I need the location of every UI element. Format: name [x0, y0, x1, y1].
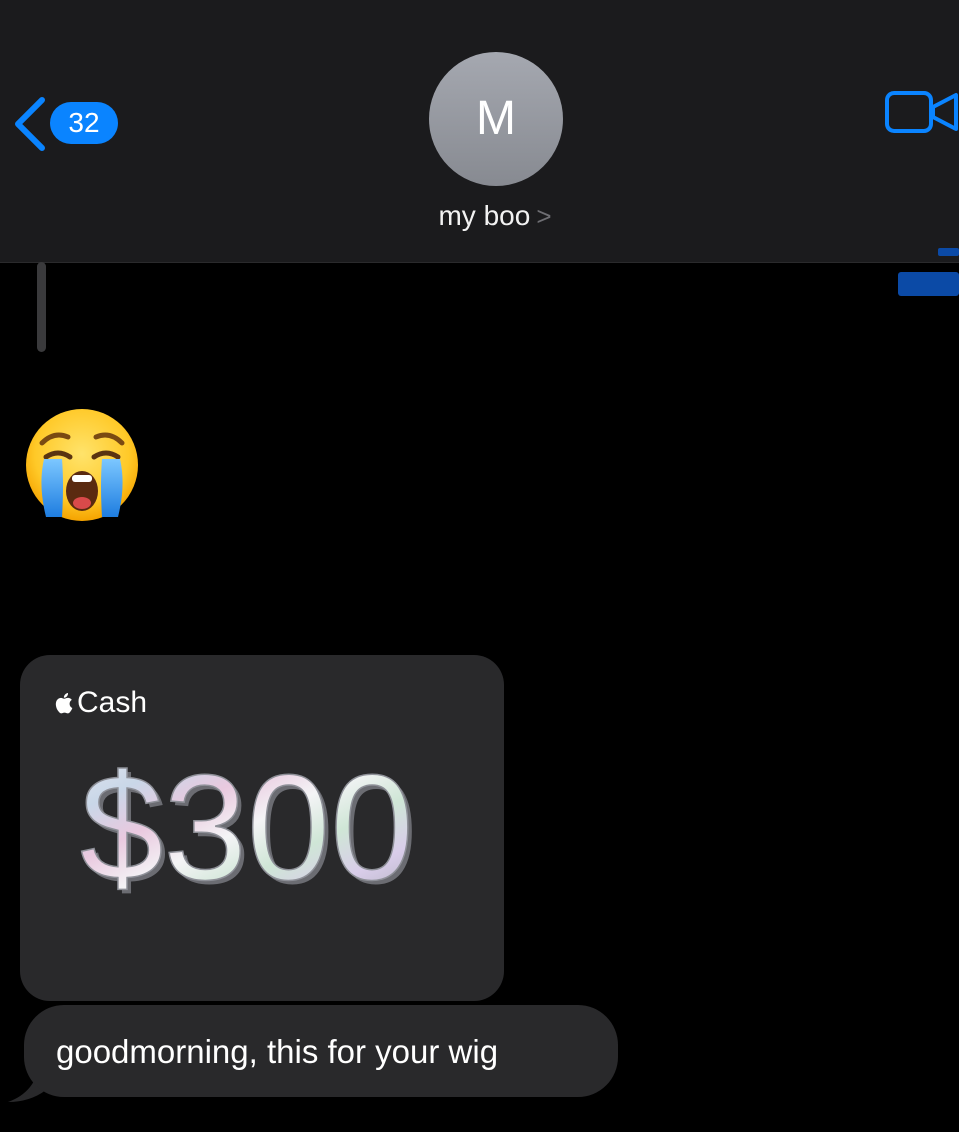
- cash-amount-value: $300: [80, 745, 414, 905]
- contact-name-label: my boo: [438, 200, 531, 231]
- cash-amount: $300 $300: [80, 745, 418, 905]
- sent-message-fragment: [938, 248, 959, 256]
- apple-logo-icon: [55, 693, 73, 714]
- message-text: goodmorning, this for your wig: [56, 1033, 499, 1070]
- conversation-header: 32 M my boo >: [0, 0, 959, 263]
- scroll-indicator[interactable]: [37, 262, 46, 352]
- message-bubble[interactable]: goodmorning, this for your wig: [24, 1005, 618, 1097]
- apple-cash-logo: Cash: [54, 685, 147, 721]
- apple-cash-label: Cash: [77, 686, 148, 719]
- apple-cash-payment-bubble[interactable]: Cash $300 $300: [20, 655, 504, 1001]
- facetime-video-button[interactable]: [884, 88, 959, 136]
- contact-avatar[interactable]: M: [429, 52, 563, 186]
- chevron-left-icon: [15, 97, 45, 151]
- contact-name-button[interactable]: my boo >: [0, 200, 959, 232]
- back-button[interactable]: 32: [10, 92, 130, 156]
- chevron-right-icon: >: [536, 201, 552, 231]
- unread-count-badge: 32: [50, 102, 118, 144]
- sent-message-fragment: [898, 272, 959, 296]
- loudly-crying-face-icon: [22, 405, 142, 525]
- video-camera-icon: [885, 91, 958, 133]
